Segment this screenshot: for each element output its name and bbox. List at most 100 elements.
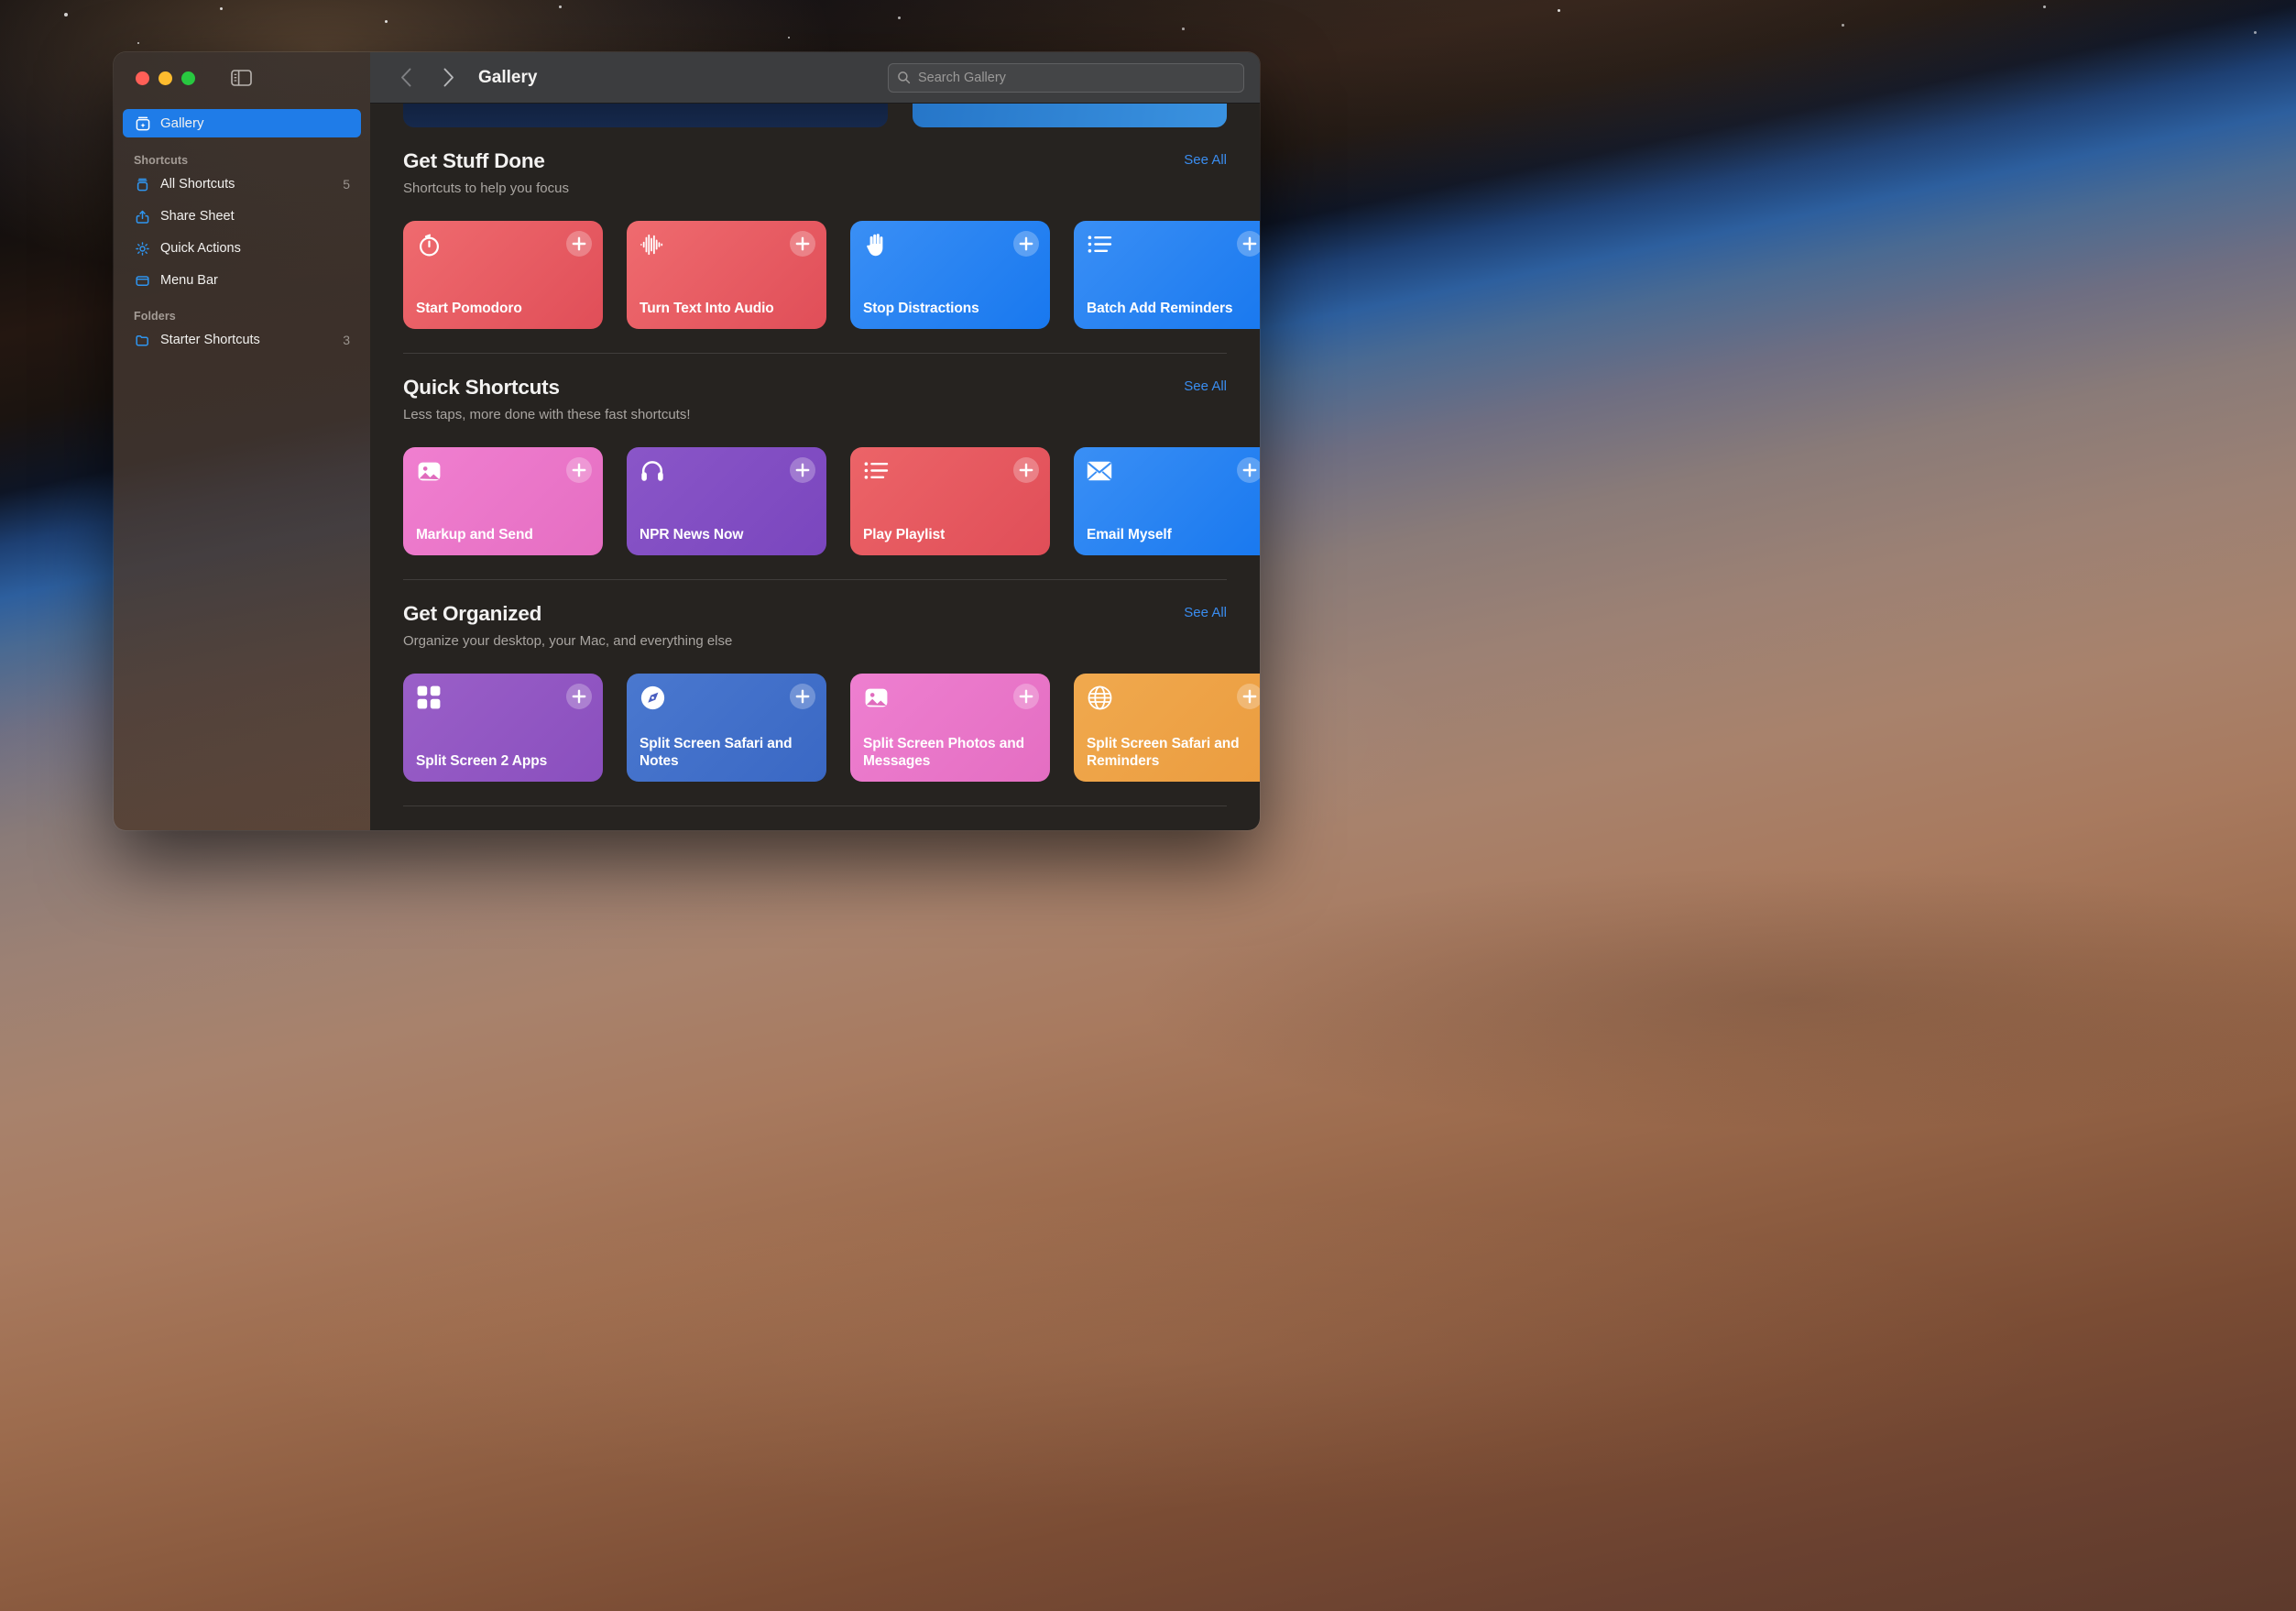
sidebar-item-gallery[interactable]: Gallery: [123, 109, 361, 137]
star: [1182, 27, 1185, 30]
shortcut-card[interactable]: Split Screen Safari and Reminders: [1074, 674, 1260, 782]
menu-bar-icon: [134, 272, 151, 290]
shortcut-card[interactable]: Email Myself: [1074, 447, 1260, 555]
sidebar-item-label: Menu Bar: [160, 273, 341, 288]
shortcut-card-title: Play Playlist: [863, 527, 1037, 544]
minimize-button[interactable]: [159, 71, 172, 85]
shortcut-card-title: Start Pomodoro: [416, 301, 590, 318]
share-sheet-icon: [134, 208, 151, 225]
add-shortcut-button[interactable]: [566, 457, 592, 483]
add-shortcut-button[interactable]: [790, 684, 815, 709]
add-shortcut-button[interactable]: [1237, 457, 1260, 483]
shortcut-card[interactable]: Split Screen Safari and Notes: [627, 674, 826, 782]
add-shortcut-button[interactable]: [1013, 457, 1039, 483]
shortcut-card-title: Split Screen 2 Apps: [416, 753, 590, 771]
sidebar-item-count: 5: [343, 177, 350, 192]
banner-blue[interactable]: [913, 104, 1227, 127]
close-button[interactable]: [136, 71, 149, 85]
add-shortcut-button[interactable]: [566, 684, 592, 709]
section-header-text: Get Stuff Done Shortcuts to help you focu…: [403, 149, 569, 196]
sidebar-item-label: Share Sheet: [160, 209, 341, 224]
gallery-section: EssentialsShortcuts everyone should have…: [403, 806, 1227, 830]
envelope-icon: [1087, 458, 1112, 484]
safari-icon: [640, 685, 665, 710]
add-shortcut-button[interactable]: [1237, 231, 1260, 257]
gallery-sections: Get Stuff Done Shortcuts to help you focu…: [403, 127, 1227, 830]
clipped-banner-row: [403, 104, 1227, 127]
sidebar-item-label: All Shortcuts: [160, 177, 333, 192]
add-shortcut-button[interactable]: [1237, 684, 1260, 709]
add-shortcut-button[interactable]: [1013, 684, 1039, 709]
shortcut-card[interactable]: Batch Add Reminders: [1074, 221, 1260, 329]
section-header: Quick Shortcuts Less taps, more done with…: [403, 354, 1227, 422]
star: [220, 7, 223, 10]
section-header-text: Quick Shortcuts Less taps, more done with…: [403, 376, 691, 422]
shortcut-card[interactable]: Turn Text Into Audio: [627, 221, 826, 329]
globe-icon: [1087, 685, 1112, 710]
search-placeholder: Search Gallery: [918, 71, 1006, 85]
shortcut-card[interactable]: Start Pomodoro: [403, 221, 603, 329]
quick-actions-icon: [134, 240, 151, 258]
photo-icon: [416, 458, 442, 484]
gallery-scroll-area[interactable]: Get Stuff Done Shortcuts to help you focu…: [370, 104, 1260, 830]
section-title: Quick Shortcuts: [403, 376, 691, 400]
shortcut-card-title: Split Screen Photos and Messages: [863, 736, 1037, 771]
timer-icon: [416, 232, 442, 258]
sidebar-item-all-shortcuts[interactable]: All Shortcuts 5: [123, 171, 361, 197]
sidebar-item-starter-shortcuts[interactable]: Starter Shortcuts 3: [123, 327, 361, 353]
shortcut-card[interactable]: Play Playlist: [850, 447, 1050, 555]
section-title: Essentials: [403, 828, 693, 830]
sidebar-item-label: Starter Shortcuts: [160, 333, 333, 347]
sidebar-item-menu-bar[interactable]: Menu Bar: [123, 268, 361, 293]
banner-dark-navy[interactable]: [403, 104, 888, 127]
add-shortcut-button[interactable]: [790, 231, 815, 257]
toolbar: Gallery Search Gallery: [370, 52, 1260, 104]
section-header: EssentialsShortcuts everyone should have…: [403, 806, 1227, 830]
search-field[interactable]: Search Gallery: [888, 63, 1244, 93]
sidebar-item-share-sheet[interactable]: Share Sheet: [123, 203, 361, 229]
folder-icon: [134, 332, 151, 349]
add-shortcut-button[interactable]: [566, 231, 592, 257]
list-bullet-icon: [863, 458, 889, 484]
shortcut-card-title: Turn Text Into Audio: [640, 301, 814, 318]
see-all-link[interactable]: See All: [1184, 149, 1227, 168]
add-shortcut-button[interactable]: [1013, 231, 1039, 257]
back-button[interactable]: [390, 62, 421, 93]
gallery-section: Get Organized Organize your desktop, your…: [403, 580, 1227, 806]
sidebar: Gallery Shortcuts All Shortcuts 5 Share …: [114, 52, 370, 830]
shortcut-card-row: Split Screen 2 Apps Split Screen Safari a…: [403, 674, 1227, 806]
hand-raised-icon: [863, 232, 889, 258]
sidebar-toggle-icon[interactable]: [231, 70, 252, 86]
sidebar-item-count: 3: [343, 333, 350, 347]
section-header: Get Stuff Done Shortcuts to help you focu…: [403, 127, 1227, 196]
gallery-section: Quick Shortcuts Less taps, more done with…: [403, 354, 1227, 579]
shortcut-card[interactable]: Split Screen 2 Apps: [403, 674, 603, 782]
forward-button[interactable]: [432, 62, 464, 93]
star: [385, 20, 388, 23]
star: [2043, 5, 2046, 8]
see-all-link[interactable]: See All: [1184, 376, 1227, 394]
sidebar-item-label: Quick Actions: [160, 241, 341, 256]
page-title: Gallery: [478, 68, 537, 88]
see-all-link[interactable]: See All: [1184, 602, 1227, 620]
zoom-button[interactable]: [181, 71, 195, 85]
shortcut-card[interactable]: NPR News Now: [627, 447, 826, 555]
shortcut-card-title: Batch Add Reminders: [1087, 301, 1260, 318]
section-title: Get Stuff Done: [403, 149, 569, 173]
section-title: Get Organized: [403, 602, 732, 626]
waveform-icon: [640, 232, 665, 258]
add-shortcut-button[interactable]: [790, 457, 815, 483]
shortcut-card[interactable]: Stop Distractions: [850, 221, 1050, 329]
shortcut-card-title: Split Screen Safari and Reminders: [1087, 736, 1260, 771]
see-all-link[interactable]: See All: [1184, 828, 1227, 830]
sidebar-item-quick-actions[interactable]: Quick Actions: [123, 236, 361, 261]
star: [559, 5, 562, 8]
shortcut-card[interactable]: Markup and Send: [403, 447, 603, 555]
star: [137, 42, 139, 44]
shortcut-card-title: NPR News Now: [640, 527, 814, 544]
section-header: Get Organized Organize your desktop, your…: [403, 580, 1227, 649]
shortcut-card[interactable]: Split Screen Photos and Messages: [850, 674, 1050, 782]
shortcut-card-title: Markup and Send: [416, 527, 590, 544]
sidebar-section-header-shortcuts: Shortcuts: [123, 154, 361, 167]
section-header-text: EssentialsShortcuts everyone should have…: [403, 828, 693, 830]
